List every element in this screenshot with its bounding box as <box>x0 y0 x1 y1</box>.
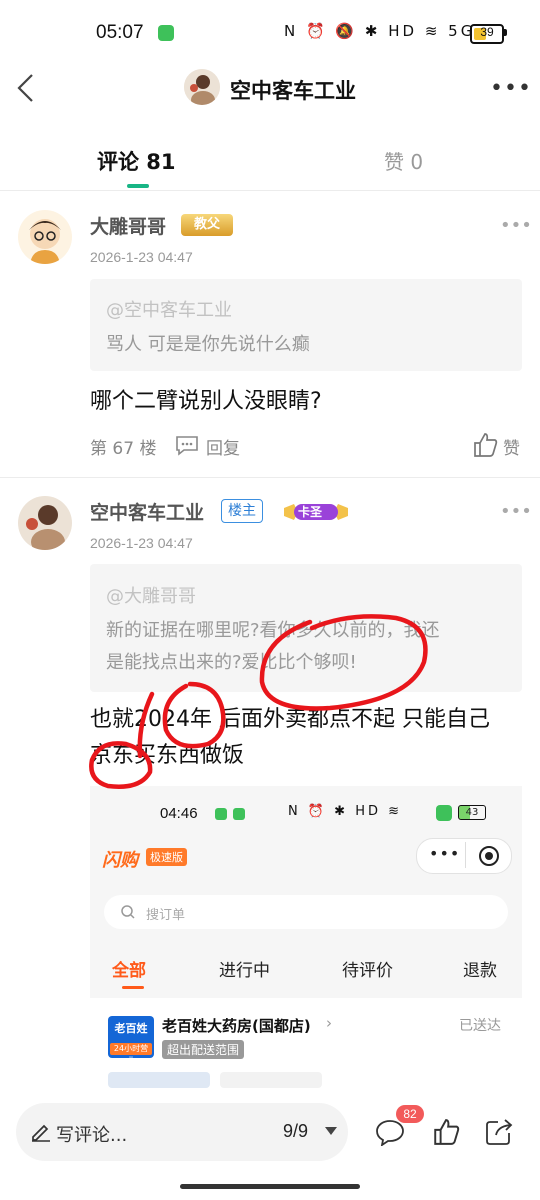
app-notification-icon <box>158 25 174 41</box>
image-search-icon <box>121 905 135 919</box>
comment-more-icon[interactable]: ••• <box>500 215 532 236</box>
comment-time: 2026-1-23 04:47 <box>90 535 193 551</box>
battery-tip <box>504 29 507 36</box>
back-icon[interactable] <box>14 72 44 104</box>
status-time: 05:07 <box>96 22 144 43</box>
quote-mention[interactable]: @空中客车工业 <box>106 296 232 322</box>
image-brand-tag: 极速版 <box>146 848 187 866</box>
comment-count-badge: 82 <box>396 1105 424 1123</box>
image-status-time: 04:46 <box>160 805 198 822</box>
tab-likes[interactable]: 赞 0 <box>384 146 423 175</box>
image-store-logo-sub: 24小时营业 <box>110 1043 152 1065</box>
comment-username[interactable]: 空中客车工业 <box>90 498 204 525</box>
image-order-status: 已送达 <box>459 1018 501 1034</box>
image-tab-to-review: 待评价 <box>342 961 393 981</box>
image-product-thumb <box>220 1072 322 1088</box>
image-store-logo-text: 老百姓 <box>114 1022 148 1035</box>
quote-mention[interactable]: @大雕哥哥 <box>106 582 196 608</box>
comment-text: 哪个二臂说别人没眼睛? <box>90 389 322 414</box>
comment-time: 2026-1-23 04:47 <box>90 249 193 265</box>
comment-text-line1: 也就2024年 后面外卖都点不起 只能自己 <box>90 707 490 732</box>
comment-floor: 第 67 楼 <box>90 439 157 459</box>
image-product-thumb <box>108 1072 210 1088</box>
page-indicator[interactable]: 9/9 <box>283 1121 308 1142</box>
reply-icon[interactable] <box>175 434 199 456</box>
comment-text-line2: 京东买东西做饭 <box>90 743 245 768</box>
image-store-name: 老百姓大药房(国都店) <box>162 1017 311 1035</box>
level-badge-label: 卡圣 <box>298 505 323 519</box>
image-store-logo: 老百姓 24小时营业 <box>108 1016 154 1065</box>
image-tab-refund: 退款 <box>463 961 497 981</box>
tabs-divider <box>0 190 540 191</box>
pencil-icon <box>32 1124 50 1142</box>
comment-divider <box>0 477 540 478</box>
owner-badge: 楼主 <box>221 499 263 523</box>
image-search-placeholder: 搜订单 <box>146 908 186 923</box>
more-icon[interactable]: ••• <box>490 76 532 101</box>
quote-text-line1: 新的证据在哪里呢?看你多久以前的，我还 <box>106 620 440 641</box>
comment-username[interactable]: 大雕哥哥 <box>90 212 166 239</box>
tab-comments[interactable]: 评论 81 <box>97 146 176 176</box>
active-tab-indicator <box>127 184 149 188</box>
like-button[interactable]: 赞 <box>503 434 520 459</box>
reply-button[interactable]: 回复 <box>206 434 240 459</box>
image-status-icons: N ⏰ ✱ HD ≋ <box>288 804 403 819</box>
image-tab-indicator <box>122 986 144 989</box>
battery-icon: 39 <box>470 24 504 44</box>
comment-more-icon[interactable]: ••• <box>500 501 532 522</box>
image-battery-level: 43 <box>458 805 486 820</box>
quote-text: 骂人 可是是你先说什么癫 <box>106 334 310 355</box>
image-app-icon <box>233 808 245 820</box>
user-badge: 教父 <box>181 214 233 236</box>
battery-level: 39 <box>480 25 494 39</box>
share-icon[interactable] <box>484 1117 514 1147</box>
thread-avatar[interactable] <box>184 69 220 105</box>
like-icon[interactable] <box>472 432 498 458</box>
thread-title[interactable]: 空中客车工业 <box>230 75 356 105</box>
caret-down-icon[interactable] <box>324 1126 338 1136</box>
status-icons: N ⏰ 🔕 ✱ HD ≋ 5G <box>284 22 476 40</box>
like-icon[interactable] <box>432 1118 460 1146</box>
avatar[interactable] <box>18 210 72 264</box>
quote-text-line2: 是能找点出来的?爱比比个够呗! <box>106 652 357 673</box>
image-tab-in-progress: 进行中 <box>219 961 270 981</box>
image-chevron-right-icon: › <box>326 1014 332 1032</box>
home-indicator[interactable] <box>180 1184 360 1189</box>
image-shield-icon <box>436 805 452 821</box>
image-capsule: ••• <box>416 838 512 874</box>
image-brand: 闪购 <box>102 850 138 871</box>
write-comment-label[interactable]: 写评论... <box>56 1121 127 1147</box>
avatar[interactable] <box>18 496 72 550</box>
image-tab-all: 全部 <box>112 961 146 981</box>
image-range-tag: 超出配送范围 <box>162 1040 245 1059</box>
image-app-icon <box>215 808 227 820</box>
